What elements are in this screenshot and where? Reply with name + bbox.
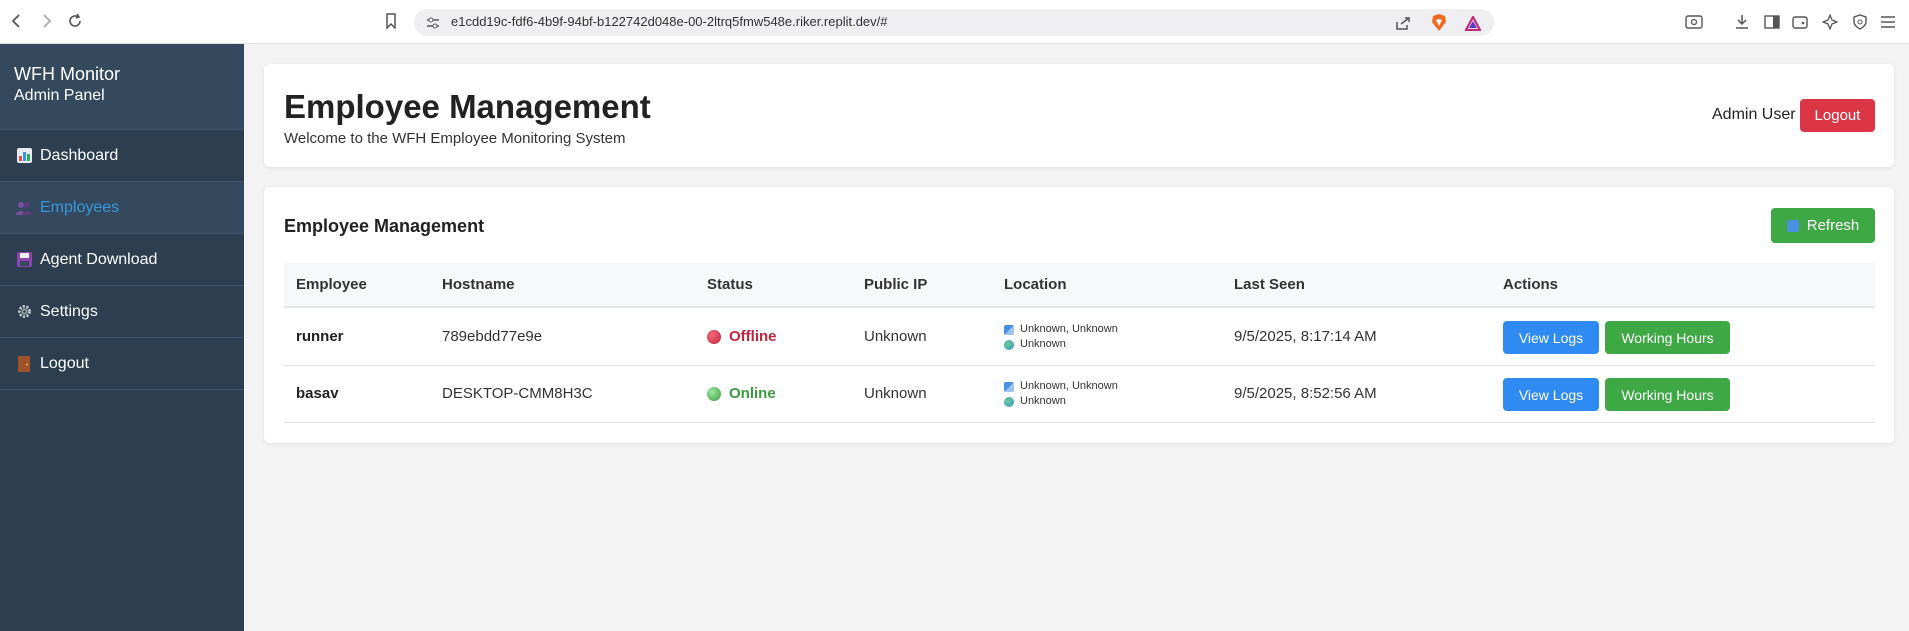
column-header: Employee [296, 276, 367, 293]
globe-icon [1004, 396, 1014, 407]
sidebar-toggle-icon[interactable] [1762, 12, 1782, 32]
address-bar[interactable]: e1cdd19c-fdf6-4b9f-94bf-b122742d048e-00-… [414, 9, 1494, 36]
menu-icon[interactable] [1878, 12, 1898, 32]
view-logs-button[interactable]: View Logs [1503, 321, 1599, 354]
column-header: Hostname [442, 276, 515, 293]
reload-icon[interactable] [64, 10, 86, 32]
gear-icon [16, 304, 32, 320]
working-hours-button[interactable]: Working Hours [1605, 378, 1730, 411]
city-icon [1004, 381, 1014, 392]
last-seen: 9/5/2025, 8:52:56 AM [1234, 385, 1377, 402]
download-icon[interactable] [1732, 12, 1752, 32]
refresh-icon [1786, 219, 1799, 232]
sidebar-item-label: Logout [40, 354, 89, 372]
site-settings-icon[interactable] [424, 14, 442, 32]
column-header: Status [707, 276, 753, 293]
location-country: Unknown [1020, 395, 1066, 407]
globe-icon [1004, 339, 1014, 350]
hostname: DESKTOP-CMM8H3C [442, 385, 593, 402]
sidebar: WFH Monitor Admin Panel Dashboard Employ… [0, 44, 244, 631]
bar-chart-icon [16, 148, 32, 164]
sidebar-item-logout[interactable]: Logout [0, 338, 244, 390]
sidebar-item-employees[interactable]: Employees [0, 182, 244, 234]
column-header: Last Seen [1234, 276, 1305, 293]
hostname: 789ebdd77e9e [442, 328, 543, 345]
last-seen: 9/5/2025, 8:17:14 AM [1234, 328, 1377, 345]
column-header: Location [1004, 276, 1067, 293]
browser-toolbar: e1cdd19c-fdf6-4b9f-94bf-b122742d048e-00-… [0, 0, 1909, 44]
leo-ai-icon[interactable] [1820, 12, 1840, 32]
city-icon [1004, 324, 1014, 335]
sidebar-item-settings[interactable]: Settings [0, 286, 244, 338]
column-header: Public IP [864, 276, 928, 293]
share-icon[interactable] [1394, 14, 1412, 32]
sidebar-item-label: Dashboard [40, 146, 119, 164]
location: Unknown, Unknown Unknown [1004, 322, 1118, 352]
sidebar-item-label: Agent Download [40, 250, 158, 268]
current-user-label: Admin User [1712, 106, 1796, 123]
url-text: e1cdd19c-fdf6-4b9f-94bf-b122742d048e-00-… [451, 14, 888, 29]
wallet-icon[interactable] [1790, 12, 1810, 32]
sidebar-brand: WFH Monitor Admin Panel [0, 44, 244, 130]
location-city: Unknown, Unknown [1020, 380, 1118, 392]
page-subtitle: Welcome to the WFH Employee Monitoring S… [284, 130, 626, 147]
forward-icon[interactable] [35, 10, 57, 32]
sidebar-item-dashboard[interactable]: Dashboard [0, 130, 244, 182]
brand-title: WFH Monitor [14, 64, 121, 84]
logout-button[interactable]: Logout [1800, 99, 1875, 132]
status-text: Offline [729, 328, 777, 345]
table-row: runner 789ebdd77e9e Offline Unknown Unkn… [284, 309, 1875, 366]
status-text: Online [729, 385, 776, 402]
employee-name: basav [296, 385, 339, 402]
brave-rewards-icon[interactable] [1464, 14, 1482, 32]
public-ip: Unknown [864, 385, 927, 402]
status-online-icon [707, 386, 721, 401]
floppy-disk-icon [16, 252, 32, 268]
table-header: Employee Hostname Status Public IP Locat… [284, 263, 1875, 308]
sidebar-item-agent-download[interactable]: Agent Download [0, 234, 244, 286]
reader-mode-icon[interactable] [1684, 12, 1704, 32]
employee-name: runner [296, 328, 344, 345]
refresh-button[interactable]: Refresh [1771, 208, 1875, 243]
brand-subtitle: Admin Panel [14, 87, 105, 104]
public-ip: Unknown [864, 328, 927, 345]
vpn-shield-icon[interactable] [1850, 12, 1870, 32]
employee-panel: Employee Management Refresh Employee Hos… [264, 187, 1894, 443]
sidebar-item-label: Employees [40, 198, 120, 216]
column-header: Actions [1503, 276, 1559, 293]
refresh-label: Refresh [1806, 217, 1860, 234]
status-badge: Online [707, 385, 776, 402]
sidebar-item-label: Settings [40, 302, 98, 320]
back-icon[interactable] [6, 10, 28, 32]
status-badge: Offline [707, 328, 777, 345]
brave-shield-icon[interactable] [1430, 14, 1448, 32]
people-icon [16, 200, 32, 216]
page-title: Employee Management [284, 88, 651, 125]
section-title: Employee Management [284, 216, 485, 236]
status-offline-icon [707, 329, 721, 344]
door-icon [16, 355, 32, 372]
working-hours-button[interactable]: Working Hours [1605, 321, 1730, 354]
page-header: Employee Management Welcome to the WFH E… [264, 64, 1894, 167]
location-city: Unknown, Unknown [1020, 323, 1118, 335]
table-row: basav DESKTOP-CMM8H3C Online Unknown Unk… [284, 366, 1875, 423]
bookmark-icon[interactable] [380, 10, 402, 32]
view-logs-button[interactable]: View Logs [1503, 378, 1599, 411]
location: Unknown, Unknown Unknown [1004, 379, 1118, 409]
location-country: Unknown [1020, 338, 1066, 350]
